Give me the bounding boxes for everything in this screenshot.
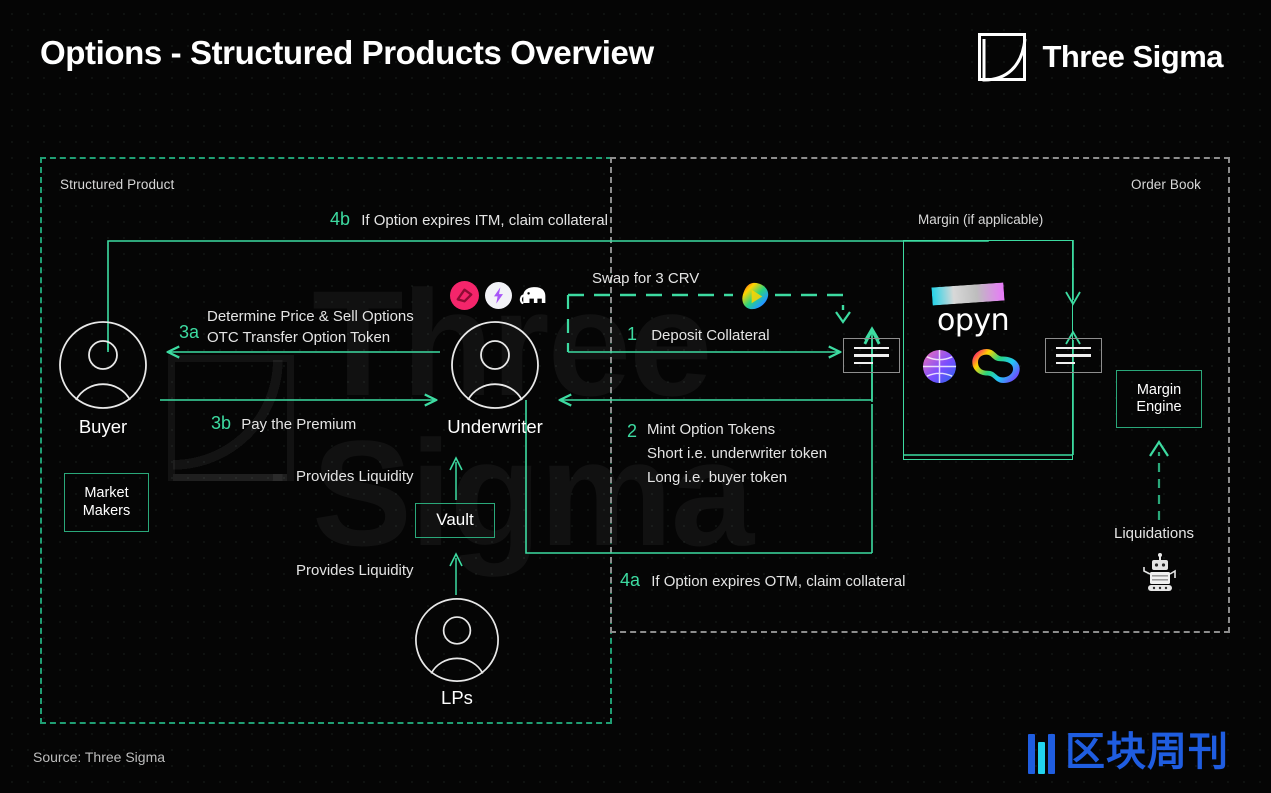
step-4b-label: 4b If Option expires ITM, claim collater… [330, 209, 608, 230]
lps-label: LPs [441, 687, 473, 708]
publisher-logo: 区块周刊 [1028, 730, 1229, 774]
swap-label: Swap for 3 CRV [592, 270, 700, 287]
person-icon [59, 321, 147, 409]
three-sigma-mark-icon [978, 33, 1027, 82]
curve-finance-icon [742, 282, 769, 310]
step-3b-label: 3b Pay the Premium [211, 413, 356, 434]
avatar-buyer: Buyer [58, 320, 148, 437]
margin-engine-box: Margin Engine [1116, 370, 1202, 428]
document-icon-right [1045, 338, 1102, 373]
publisher-wordmark: 区块周刊 [1065, 729, 1229, 775]
step-2-number: 2 [627, 421, 638, 441]
market-makers-line2: Makers [82, 502, 131, 519]
publisher-mark-icon [1028, 730, 1055, 774]
step-4a-text: If Option expires OTM, claim collateral [651, 573, 906, 590]
step-2-label: 2 Mint Option Tokens Short i.e. underwri… [627, 421, 827, 486]
avatar-underwriter: Underwriter [447, 320, 543, 437]
market-makers-box: Market Makers [64, 473, 149, 532]
vault-box: Vault [415, 503, 495, 538]
liquidation-bot-icon [1139, 552, 1181, 597]
structured-product-label: Structured Product [60, 177, 175, 192]
step-2-line3: Long i.e. buyer token [647, 469, 788, 486]
vault-protocol-icons [450, 281, 548, 310]
step-1-label: 1 Deposit Collateral [627, 324, 770, 345]
thetanuts-lightning-icon [485, 282, 512, 309]
margin-engine-line2: Engine [1136, 399, 1182, 415]
buyer-label: Buyer [78, 416, 128, 437]
underwriter-label: Underwriter [447, 416, 543, 437]
page-title: Options - Structured Products Overview [40, 34, 654, 71]
step-3b-text: Pay the Premium [241, 416, 357, 433]
diagram-canvas: Three Sigma Options - Structured Product… [0, 0, 1271, 793]
gradient-sphere-icon [922, 349, 957, 383]
step-3a-line1: Determine Price & Sell Options [207, 308, 414, 325]
step-3a-label: 3a Determine Price & Sell Options OTC Tr… [179, 308, 414, 346]
step-4a-number: 4a [620, 570, 641, 590]
liquidations-label: Liquidations [1114, 525, 1195, 542]
exchange-protocol-icons [922, 348, 1021, 384]
ribbon-finance-icon [450, 281, 479, 310]
step-4b-text: If Option expires ITM, claim collateral [361, 212, 608, 229]
step-3b-number: 3b [211, 413, 232, 433]
three-sigma-wordmark: Three Sigma [1042, 39, 1223, 74]
margin-label: Margin (if applicable) [918, 212, 1044, 227]
rainbow-peanut-icon [972, 348, 1020, 384]
source-label: Source: Three Sigma [33, 749, 166, 765]
market-makers-line1: Market [84, 485, 129, 502]
document-icon-left [843, 338, 900, 373]
step-3a-line2: OTC Transfer Option Token [207, 329, 391, 346]
provides-liquidity-label-2: Provides Liquidity [296, 562, 414, 579]
structured-product-region [40, 157, 612, 724]
three-sigma-logo: Three Sigma [978, 33, 1223, 82]
avatar-lps: LPs [414, 597, 500, 708]
step-2-line2: Short i.e. underwriter token [647, 445, 828, 462]
curve-swap-icon-wrap [739, 281, 772, 312]
step-3a-number: 3a [179, 322, 200, 342]
provides-liquidity-label-1: Provides Liquidity [296, 468, 414, 485]
order-book-region-left-edge [610, 157, 612, 633]
step-4a-label: 4a If Option expires OTM, claim collater… [620, 570, 905, 591]
vault-label: Vault [436, 510, 474, 530]
mammoth-elephant-icon [519, 286, 546, 304]
order-book-label: Order Book [1131, 177, 1202, 192]
margin-engine-line1: Margin [1136, 381, 1182, 398]
step-1-text: Deposit Collateral [651, 327, 770, 344]
person-icon [451, 321, 539, 409]
step-4b-number: 4b [330, 209, 351, 229]
opyn-wordmark: opyn [937, 303, 1010, 338]
step-2-line1: Mint Option Tokens [647, 421, 776, 438]
step-1-number: 1 [627, 324, 638, 344]
person-icon [415, 598, 499, 682]
